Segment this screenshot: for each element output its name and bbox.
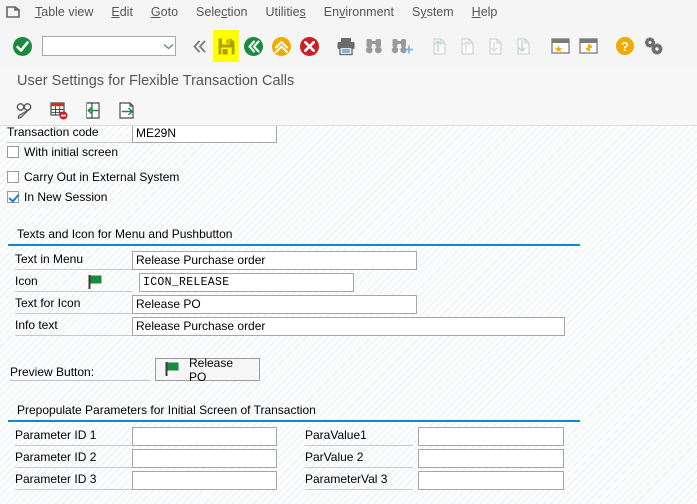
text-for-icon-label: Text for Icon bbox=[15, 295, 132, 314]
command-field[interactable] bbox=[42, 36, 176, 56]
page-title: User Settings for Flexible Transaction C… bbox=[17, 73, 295, 89]
info-text-input[interactable]: Release Purchase order bbox=[132, 317, 565, 336]
form-canvas: Transaction code ME29N With initial scre… bbox=[0, 126, 697, 504]
application-toolbar bbox=[0, 95, 697, 126]
first-page-button bbox=[425, 30, 453, 62]
checkbox-box[interactable] bbox=[7, 146, 19, 158]
transaction-code-input[interactable]: ME29N bbox=[132, 126, 277, 143]
preview-button-label-text: Release PO bbox=[189, 355, 234, 384]
preview-label-rule bbox=[10, 380, 150, 381]
checkbox-box[interactable] bbox=[7, 191, 19, 203]
next-page-button bbox=[481, 30, 509, 62]
parameter-id-1-input[interactable] bbox=[132, 427, 277, 446]
exit-button[interactable] bbox=[267, 30, 295, 62]
previous-page-button bbox=[453, 30, 481, 62]
menu-item-goto[interactable]: Goto bbox=[142, 0, 187, 25]
import-button[interactable] bbox=[76, 97, 110, 123]
create-session-button[interactable] bbox=[574, 30, 602, 62]
menu-item-table-view[interactable]: Table view bbox=[26, 0, 102, 25]
menu-bar: Table view Edit Goto Selection Utilities… bbox=[0, 0, 697, 26]
command-input[interactable] bbox=[43, 38, 161, 54]
menu-item-edit[interactable]: Edit bbox=[102, 0, 142, 25]
checkbox-box[interactable] bbox=[7, 171, 19, 183]
export-button[interactable] bbox=[110, 97, 144, 123]
para-value-1-input[interactable] bbox=[418, 427, 564, 446]
prepopulate-parameters-group: Prepopulate Parameters for Initial Scree… bbox=[8, 402, 580, 504]
create-shortcut-button[interactable] bbox=[546, 30, 574, 62]
cancel-button[interactable] bbox=[295, 30, 323, 62]
delete-row-button[interactable] bbox=[42, 97, 76, 123]
checkbox-label: Carry Out in External System bbox=[24, 170, 180, 184]
texts-and-icon-group: Texts and Icon for Menu and Pushbutton T… bbox=[8, 226, 580, 357]
svg-text:?: ? bbox=[621, 39, 629, 54]
icon-label: Icon bbox=[15, 273, 132, 292]
parameter-id-3-input[interactable] bbox=[132, 471, 277, 490]
par-value-2-input[interactable] bbox=[418, 449, 564, 468]
preview-button[interactable]: Release PO bbox=[155, 355, 260, 384]
text-for-icon-input[interactable]: Release PO bbox=[132, 295, 417, 314]
last-page-button bbox=[509, 30, 537, 62]
sap-gui-window: Table view Edit Goto Selection Utilities… bbox=[0, 0, 697, 504]
system-menu-icon[interactable] bbox=[0, 0, 26, 25]
text-in-menu-input[interactable]: Release Purchase order bbox=[132, 251, 417, 270]
checkbox-carry-out-external-system[interactable]: Carry Out in External System bbox=[7, 170, 179, 184]
checkbox-in-new-session[interactable]: In New Session bbox=[7, 190, 107, 204]
group-title: Texts and Icon for Menu and Pushbutton bbox=[17, 227, 233, 241]
main-toolbar: ? bbox=[0, 25, 697, 68]
menu-item-environment[interactable]: Environment bbox=[315, 0, 403, 25]
group-title: Prepopulate Parameters for Initial Scree… bbox=[17, 403, 316, 417]
icon-name-input[interactable]: ICON_RELEASE bbox=[139, 273, 354, 292]
display-change-button[interactable] bbox=[8, 97, 42, 123]
checkbox-label: In New Session bbox=[24, 190, 108, 204]
help-button[interactable]: ? bbox=[611, 30, 639, 62]
find-button[interactable] bbox=[360, 30, 388, 62]
para-value-1-label: ParaValue1 bbox=[305, 427, 413, 446]
info-text-label: Info text bbox=[15, 317, 132, 336]
text-in-menu-label: Text in Menu bbox=[15, 251, 132, 270]
enter-button[interactable] bbox=[8, 30, 36, 62]
parameter-id-2-label: Parameter ID 2 bbox=[15, 449, 132, 468]
checkbox-with-initial-screen[interactable]: With initial screen bbox=[7, 145, 118, 159]
back-button[interactable] bbox=[239, 30, 267, 62]
menu-item-utilities[interactable]: Utilities bbox=[256, 0, 314, 25]
transaction-code-label: Transaction code bbox=[7, 126, 132, 143]
print-button[interactable] bbox=[332, 30, 360, 62]
menu-label-table-view: able view bbox=[41, 5, 94, 19]
green-flag-icon bbox=[165, 362, 181, 377]
chevron-down-icon[interactable] bbox=[161, 37, 175, 55]
parameter-id-2-input[interactable] bbox=[132, 449, 277, 468]
parameter-val-3-label: ParameterVal 3 bbox=[305, 471, 413, 490]
green-flag-icon bbox=[88, 275, 104, 290]
customize-layout-button[interactable] bbox=[639, 30, 667, 62]
parameter-id-3-label: Parameter ID 3 bbox=[15, 471, 132, 490]
parameter-id-1-label: Parameter ID 1 bbox=[15, 427, 132, 446]
parameter-val-3-input[interactable] bbox=[418, 471, 564, 490]
menu-item-help[interactable]: Help bbox=[463, 0, 507, 25]
title-bar: User Settings for Flexible Transaction C… bbox=[0, 67, 697, 96]
menu-item-system[interactable]: System bbox=[403, 0, 463, 25]
par-value-2-label: ParValue 2 bbox=[305, 449, 413, 468]
preview-button-label: Preview Button: bbox=[10, 365, 95, 379]
find-next-button[interactable] bbox=[388, 30, 416, 62]
collapse-toolbar-button[interactable] bbox=[185, 30, 213, 62]
checkbox-label: With initial screen bbox=[24, 145, 119, 159]
save-button[interactable] bbox=[213, 30, 239, 62]
menu-item-selection[interactable]: Selection bbox=[187, 0, 256, 25]
